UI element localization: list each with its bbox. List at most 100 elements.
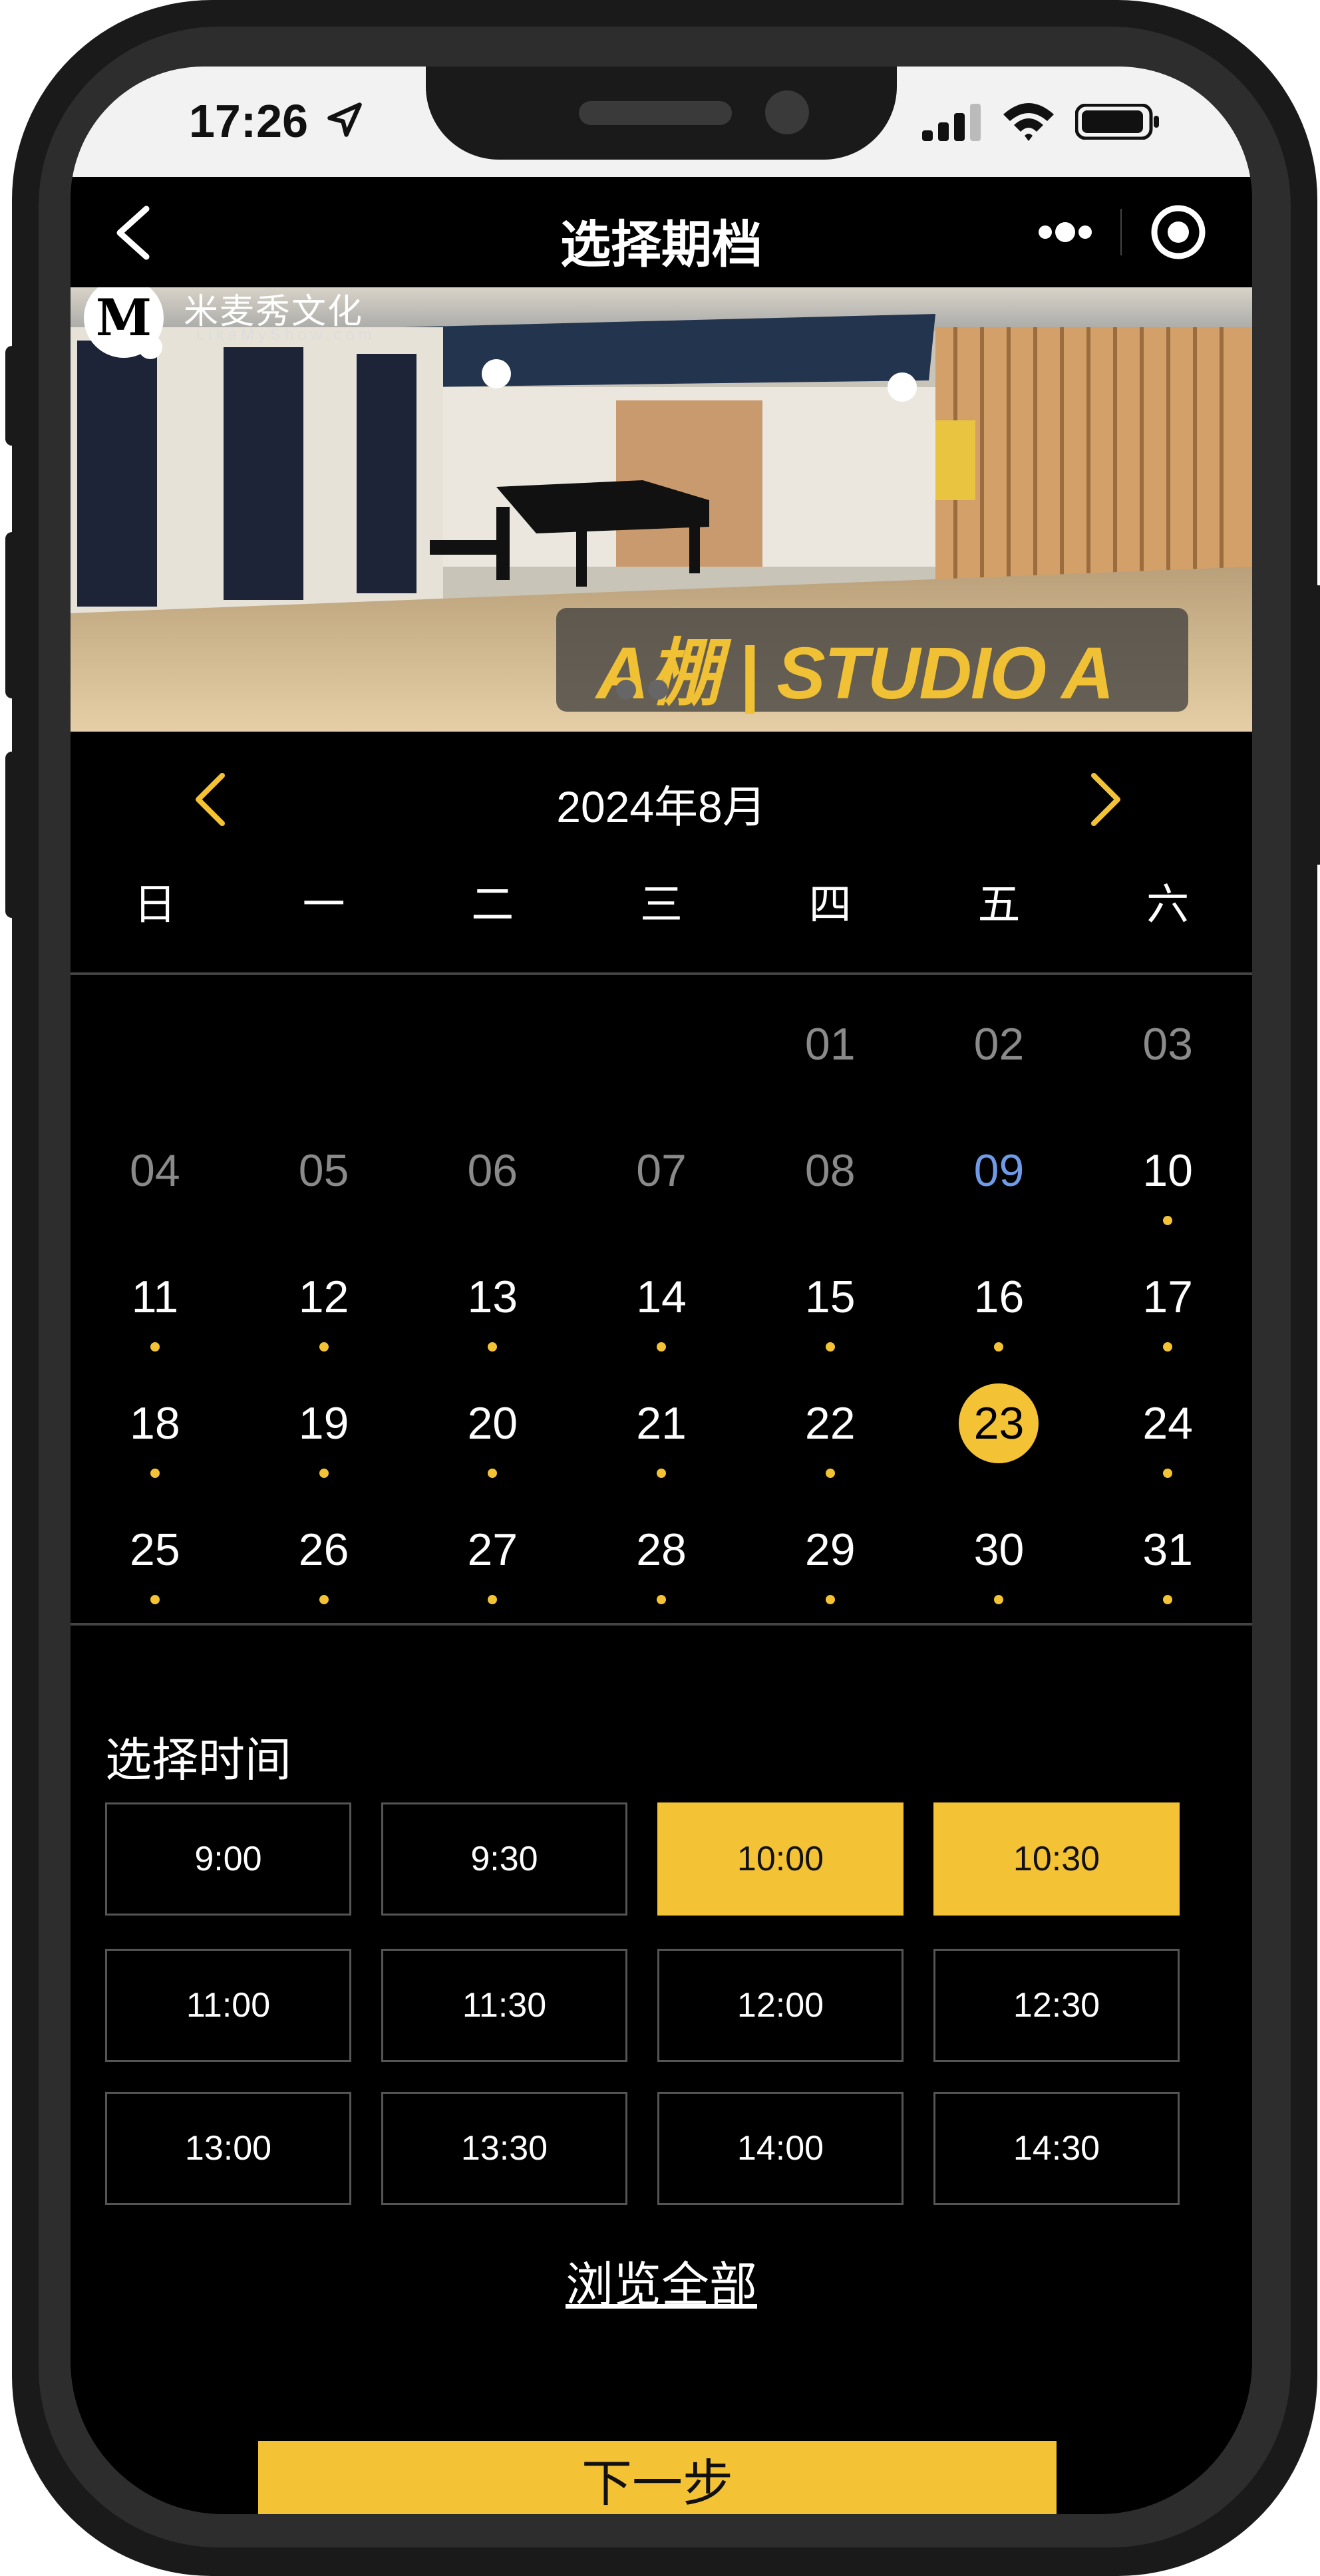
- carousel-dots[interactable]: [616, 680, 680, 703]
- day-number: 12: [298, 1272, 349, 1322]
- time-slot[interactable]: 14:30: [933, 2092, 1180, 2205]
- availability-dot: [150, 1595, 160, 1604]
- day-number: 01: [804, 1019, 856, 1070]
- availability-dot: [1163, 1216, 1173, 1225]
- availability-dot: [994, 1595, 1004, 1604]
- next-month-icon[interactable]: [1086, 770, 1126, 830]
- divider: [71, 972, 1252, 975]
- mute-switch: [5, 346, 21, 446]
- calendar-day[interactable]: 15: [746, 1257, 915, 1383]
- day-number: 21: [636, 1398, 687, 1449]
- time-slot[interactable]: 9:30: [381, 1802, 627, 1916]
- weekday-label: 三: [640, 881, 683, 929]
- day-number: 19: [298, 1398, 349, 1449]
- calendar-day: 04: [71, 1131, 240, 1257]
- time-slot[interactable]: 11:00: [105, 1949, 351, 2062]
- availability-dot: [488, 1342, 498, 1352]
- location-arrow-icon: [327, 102, 362, 137]
- close-miniprogram-icon[interactable]: [1122, 197, 1235, 267]
- day-number: 15: [804, 1272, 856, 1322]
- calendar-day[interactable]: 21: [577, 1383, 746, 1510]
- calendar-empty-cell: [577, 1004, 746, 1131]
- calendar-day: 07: [577, 1131, 746, 1257]
- calendar-day[interactable]: 18: [71, 1383, 240, 1510]
- calendar-day[interactable]: 29: [746, 1510, 915, 1636]
- weekday-label: 二: [471, 881, 514, 929]
- calendar-day[interactable]: 16: [915, 1257, 1084, 1383]
- time-slot[interactable]: 13:30: [381, 2092, 627, 2205]
- time-slot[interactable]: 10:30: [933, 1802, 1180, 1916]
- availability-dot: [1163, 1342, 1173, 1352]
- wifi-icon: [1003, 103, 1054, 141]
- calendar-day[interactable]: 31: [1083, 1510, 1252, 1636]
- calendar-day[interactable]: 28: [577, 1510, 746, 1636]
- day-number: 20: [467, 1398, 518, 1449]
- volume-up-button: [5, 532, 21, 698]
- calendar-day: 02: [915, 1004, 1084, 1131]
- status-bar: 17:26: [71, 67, 1252, 177]
- calendar-empty-cell: [408, 1004, 577, 1131]
- calendar-day[interactable]: 23: [915, 1383, 1084, 1510]
- carousel-dot[interactable]: [616, 680, 636, 700]
- calendar-day[interactable]: 13: [408, 1257, 577, 1383]
- studio-banner[interactable]: M 米麦秀文化 LikeMyShow.com A棚 | STUDIO A: [71, 287, 1252, 732]
- day-number: 25: [130, 1524, 180, 1575]
- calendar-day: 03: [1083, 1004, 1252, 1131]
- calendar-day[interactable]: 17: [1083, 1257, 1252, 1383]
- calendar-day[interactable]: 25: [71, 1510, 240, 1636]
- availability-dot: [1163, 1469, 1173, 1478]
- time-slot[interactable]: 12:30: [933, 1949, 1180, 2062]
- calendar-day[interactable]: 20: [408, 1383, 577, 1510]
- day-number: 28: [636, 1524, 687, 1575]
- day-number: 18: [130, 1398, 180, 1449]
- time-slot[interactable]: 11:30: [381, 1949, 627, 2062]
- day-number: 27: [467, 1524, 518, 1575]
- time-slot[interactable]: 12:00: [657, 1949, 904, 2062]
- availability-dot: [150, 1469, 160, 1478]
- calendar-day[interactable]: 10: [1083, 1131, 1252, 1257]
- calendar-day: 09: [915, 1131, 1084, 1257]
- screen: 17:26 选择期档 M 米麦秀文化 LikeMyShow.com A棚 | S…: [71, 67, 1252, 2514]
- more-icon[interactable]: [1009, 197, 1122, 267]
- calendar-week: 11 12 13 14 15 16 17: [71, 1257, 1252, 1383]
- calendar-day[interactable]: 24: [1083, 1383, 1252, 1510]
- carousel-dot[interactable]: [648, 680, 668, 700]
- calendar-day: 06: [408, 1131, 577, 1257]
- time-slot[interactable]: 9:00: [105, 1802, 351, 1916]
- browse-all-link[interactable]: 浏览全部: [71, 2245, 1252, 2315]
- day-number: 09: [973, 1145, 1025, 1196]
- calendar-day[interactable]: 11: [71, 1257, 240, 1383]
- day-number: 30: [973, 1524, 1025, 1575]
- weekday-label: 一: [302, 881, 345, 929]
- next-step-button[interactable]: 下一步: [258, 2441, 1057, 2514]
- day-number: 31: [1142, 1524, 1193, 1575]
- calendar-day: 05: [240, 1131, 409, 1257]
- time-section-title: 选择时间: [105, 1734, 291, 1786]
- cellular-signal-icon: [922, 104, 981, 141]
- calendar-day[interactable]: 22: [746, 1383, 915, 1510]
- nav-bar: 选择期档: [71, 177, 1252, 287]
- month-title: 2024年8月: [556, 782, 766, 831]
- calendar-week: 01 02 03: [71, 1004, 1252, 1131]
- calendar-day[interactable]: 27: [408, 1510, 577, 1636]
- power-button: [1309, 585, 1320, 865]
- calendar-day: 01: [746, 1004, 915, 1131]
- calendar-day[interactable]: 30: [915, 1510, 1084, 1636]
- weekday-label: 日: [133, 881, 176, 929]
- day-number: 08: [804, 1145, 856, 1196]
- availability-dot: [319, 1342, 329, 1352]
- time-slot[interactable]: 14:00: [657, 2092, 904, 2205]
- time-slot[interactable]: 13:00: [105, 2092, 351, 2205]
- calendar-day[interactable]: 19: [240, 1383, 409, 1510]
- status-time: 17:26: [189, 95, 309, 147]
- notch: [426, 67, 897, 160]
- availability-dot: [488, 1469, 498, 1478]
- availability-dot: [825, 1595, 835, 1604]
- day-number: 16: [973, 1272, 1025, 1322]
- calendar-day[interactable]: 12: [240, 1257, 409, 1383]
- volume-down-button: [5, 752, 21, 918]
- time-slot[interactable]: 10:00: [657, 1802, 904, 1916]
- day-number: 13: [467, 1272, 518, 1322]
- calendar-day[interactable]: 26: [240, 1510, 409, 1636]
- calendar-day[interactable]: 14: [577, 1257, 746, 1383]
